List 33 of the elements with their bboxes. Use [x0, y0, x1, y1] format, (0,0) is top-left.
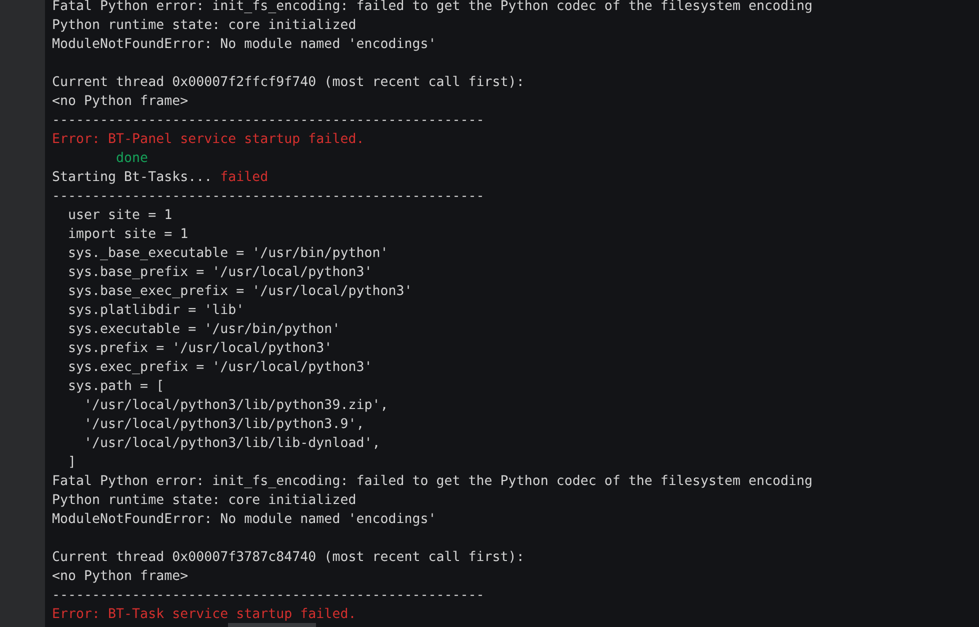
log-text: Starting Bt-Tasks... [52, 170, 214, 185]
log-text: sys.path = [ [67, 379, 164, 394]
log-text: done [115, 151, 148, 166]
log-text: ModuleNotFoundError: No module named 'encodings' [52, 37, 436, 52]
log-text: user site = 1 [67, 208, 172, 223]
log-text: <no Python frame> [52, 94, 188, 109]
log-text: <no Python frame> [52, 569, 188, 584]
log-text: ------------------------------------------------------ [52, 588, 484, 603]
log-text: ModuleNotFoundError: No module named 'encodings' [52, 512, 436, 527]
log-text: Error: BT-Task service startup failed. [52, 607, 356, 622]
log-text: sys.base_exec_prefix = '/usr/local/python3' [67, 284, 412, 299]
log-text: sys.prefix = '/usr/local/python3' [67, 341, 332, 356]
log-text: '/usr/local/python3/lib/python3.9', [83, 417, 364, 432]
scrollbar-thumb[interactable] [228, 623, 316, 627]
log-text: Python runtime state: core initialized [52, 493, 356, 508]
log-text: ------------------------------------------------------ [52, 189, 484, 204]
log-text: sys.base_prefix = '/usr/local/python3' [67, 265, 372, 280]
log-text: sys.exec_prefix = '/usr/local/python3' [67, 360, 372, 375]
log-text: Python runtime state: core initialized [52, 18, 356, 33]
log-text: '/usr/local/python3/lib/python39.zip', [83, 398, 388, 413]
log-text: Current thread 0x00007f3787c84740 (most recent call first): [52, 550, 524, 565]
log-text: sys.platlibdir = 'lib' [67, 303, 244, 318]
log-text: ] [67, 455, 76, 470]
log-text: Fatal Python error: init_fs_encoding: failed to get the Python codec of the filesystem encoding [52, 0, 813, 14]
log-text: Error: BT-Panel service startup failed. [52, 132, 364, 147]
log-text: Current thread 0x00007f2ffcf9f740 (most recent call first): [52, 75, 524, 90]
log-text: import site = 1 [67, 227, 188, 242]
log-text: failed [220, 170, 268, 185]
log-text: Fatal Python error: init_fs_encoding: failed to get the Python codec of the filesystem encoding [52, 474, 813, 489]
log-text: sys._base_executable = '/usr/bin/python' [67, 246, 388, 261]
log-text: '/usr/local/python3/lib/lib-dynload', [83, 436, 380, 451]
log-text: ------------------------------------------------------ [52, 113, 484, 128]
log-text: sys.executable = '/usr/bin/python' [67, 322, 340, 337]
